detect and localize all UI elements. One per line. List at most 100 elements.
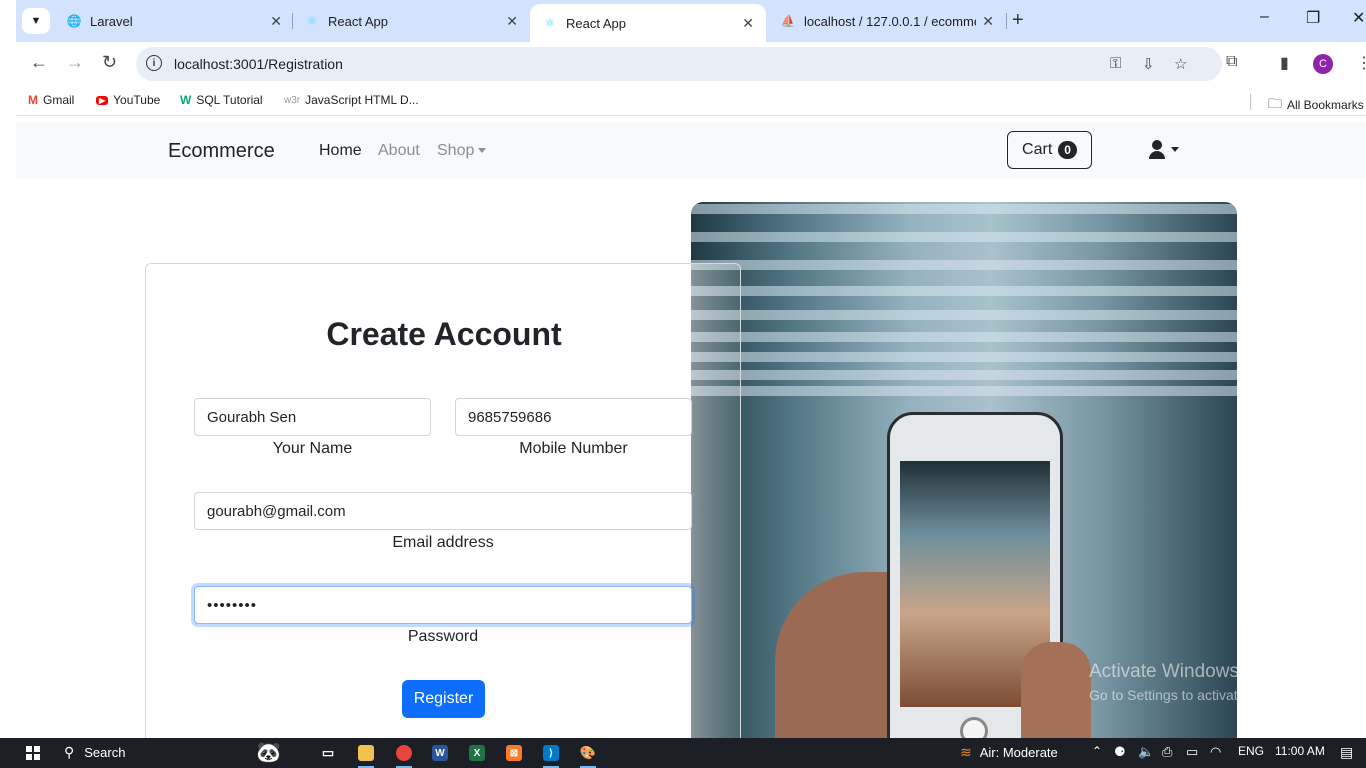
site-navbar: Ecommerce Home About Shop Cart 0 — [16, 122, 1366, 178]
reload-icon[interactable]: ↻ — [102, 52, 117, 73]
react-icon: ⚛ — [306, 14, 318, 28]
nav-shop-label: Shop — [437, 142, 475, 159]
registration-card: Create Account Your Name Mobile Number E… — [145, 263, 741, 738]
name-field[interactable] — [194, 398, 431, 436]
caret-down-icon — [1171, 147, 1179, 152]
activate-windows-watermark: Activate Windows Go to Settings to activ… — [1089, 661, 1310, 703]
browser-tab[interactable]: 🌐 Laravel ✕ — [54, 4, 294, 38]
star-icon[interactable]: ☆ — [1174, 55, 1187, 73]
xampp-icon[interactable]: ⊠ — [506, 745, 522, 761]
paint-icon[interactable]: 🎨 — [580, 745, 596, 761]
tab-title: Laravel — [90, 13, 133, 29]
chrome-icon[interactable] — [396, 745, 412, 761]
hero-photo — [691, 202, 1237, 738]
browser-tab[interactable]: ⛵ localhost / 127.0.0.1 / ecommer ✕ — [768, 4, 1006, 38]
tab-title: React App — [328, 13, 388, 29]
language-indicator[interactable]: ENG — [1238, 744, 1264, 758]
close-icon[interactable]: ✕ — [270, 13, 282, 30]
tab-search-button[interactable]: ▼ — [22, 8, 50, 34]
tray-device-icon[interactable]: ⎙ — [1162, 744, 1172, 760]
brand-link[interactable]: Ecommerce — [168, 140, 275, 163]
cart-button[interactable]: Cart 0 — [1007, 131, 1092, 169]
volume-icon[interactable]: 🔈 — [1138, 744, 1154, 760]
phpmyadmin-icon: ⛵ — [780, 14, 796, 28]
bookmark-label: SQL Tutorial — [196, 93, 263, 107]
restore-icon[interactable]: ❐ — [1306, 8, 1320, 28]
cart-count-badge: 0 — [1058, 141, 1077, 159]
w3schools-icon: W — [180, 93, 192, 107]
bookmark-javascript[interactable]: w3r JavaScript HTML D... — [284, 93, 419, 107]
close-window-icon[interactable]: ✕ — [1352, 8, 1365, 28]
new-tab-icon[interactable]: + — [1012, 9, 1024, 32]
window-left-edge — [0, 0, 16, 738]
taskbar-search-label: Search — [84, 745, 126, 760]
url-text: localhost:3001/Registration — [174, 56, 343, 72]
tab-title: React App — [566, 15, 626, 31]
extensions-icon[interactable]: ⧉ — [1226, 53, 1237, 71]
email-field[interactable] — [194, 492, 692, 530]
nav-home[interactable]: Home — [319, 142, 362, 160]
password-field[interactable] — [194, 586, 692, 624]
wifi-icon[interactable]: ◠ — [1210, 744, 1221, 760]
forward-icon[interactable]: → — [66, 52, 84, 73]
clock[interactable]: 11:00 AM — [1275, 744, 1325, 758]
menu-icon[interactable]: ⋮ — [1356, 53, 1366, 73]
weather-widget[interactable]: ≋ Air: Moderate — [960, 744, 1058, 761]
word-icon[interactable]: W — [432, 745, 448, 761]
watermark-subtitle: Go to Settings to activate Windows. — [1089, 687, 1310, 703]
password-label: Password — [407, 628, 479, 645]
key-icon[interactable]: ⚿ — [1110, 55, 1121, 72]
show-hidden-icons-icon[interactable]: ⌃ — [1092, 744, 1102, 758]
battery-icon[interactable]: ▭ — [1186, 744, 1198, 760]
email-label: Email address — [392, 534, 494, 551]
nav-shop-dropdown[interactable]: Shop — [437, 142, 487, 160]
bookmark-label: JavaScript HTML D... — [305, 93, 419, 107]
notifications-icon[interactable]: ▤ — [1340, 744, 1353, 761]
close-icon[interactable]: ✕ — [506, 13, 518, 30]
close-icon[interactable]: ✕ — [742, 15, 754, 32]
nav-about[interactable]: About — [378, 142, 420, 160]
register-button[interactable]: Register — [402, 680, 485, 718]
windows-taskbar: ⚲ Search 🐼 ▭ W X ⊠ ⟩ 🎨 ≋ Air: Moderate ⌃… — [0, 738, 1366, 768]
side-panel-icon[interactable]: ▮ — [1280, 53, 1289, 73]
back-icon[interactable]: ← — [30, 52, 48, 73]
caret-down-icon — [478, 148, 487, 154]
address-bar[interactable]: i localhost:3001/Registration ⚿ ⇩ ☆ — [136, 47, 1222, 81]
all-bookmarks-label: All Bookmarks — [1287, 98, 1364, 112]
file-explorer-icon[interactable] — [358, 745, 374, 761]
folder-icon: 🗀 — [1268, 95, 1282, 111]
search-icon: ⚲ — [64, 744, 75, 760]
air-quality-icon: ≋ — [960, 744, 972, 760]
browser-tab[interactable]: ⚛ React App ✕ — [292, 4, 530, 38]
mobile-field[interactable] — [455, 398, 692, 436]
cart-label: Cart — [1022, 141, 1053, 158]
minimize-icon[interactable]: – — [1260, 8, 1269, 26]
windows-start-icon[interactable] — [26, 746, 40, 760]
user-icon — [1149, 140, 1165, 159]
name-label: Your Name — [272, 440, 353, 457]
task-view-icon[interactable]: ▭ — [320, 745, 336, 761]
tray-app-icon[interactable]: ⚈ — [1114, 744, 1126, 760]
bookmark-gmail[interactable]: M Gmail — [28, 93, 74, 107]
site-info-icon[interactable]: i — [146, 55, 162, 71]
w3r-icon: w3r — [284, 94, 301, 106]
react-icon: ⚛ — [544, 16, 556, 30]
vscode-icon[interactable]: ⟩ — [543, 745, 559, 761]
bookmark-sql-tutorial[interactable]: W SQL Tutorial — [180, 93, 263, 107]
page-title: Create Account — [326, 316, 562, 352]
browser-tab-strip: ▼ 🌐 Laravel ✕ ⚛ React App ✕ ⚛ React App … — [16, 0, 1366, 42]
close-icon[interactable]: ✕ — [982, 13, 994, 30]
youtube-icon: ▶ — [96, 95, 109, 105]
user-menu-dropdown[interactable] — [1149, 140, 1179, 159]
mobile-label: Mobile Number — [519, 440, 628, 457]
bookmarks-bar: M Gmail ▶ YouTube W SQL Tutorial w3r Jav… — [16, 86, 1366, 116]
globe-icon: 🌐 — [66, 14, 82, 28]
install-app-icon[interactable]: ⇩ — [1142, 55, 1155, 73]
excel-icon[interactable]: X — [469, 745, 485, 761]
bookmark-youtube[interactable]: ▶ YouTube — [96, 93, 160, 107]
all-bookmarks[interactable]: 🗀 All Bookmarks — [1268, 93, 1364, 117]
taskbar-search[interactable]: ⚲ Search — [64, 744, 125, 761]
browser-tab-active[interactable]: ⚛ React App ✕ — [530, 4, 766, 42]
tab-title: localhost / 127.0.0.1 / ecommer — [804, 13, 977, 29]
profile-avatar[interactable]: C — [1313, 54, 1333, 74]
